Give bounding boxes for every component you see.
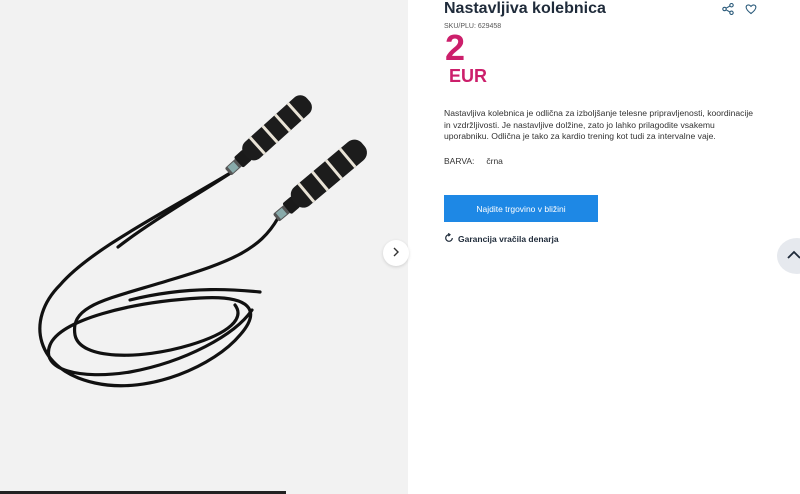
product-description: Nastavljiva kolebnica je odlična za izbo…	[444, 108, 754, 141]
product-image	[38, 95, 367, 388]
find-store-button[interactable]: Najdite trgovino v bližini	[444, 195, 598, 222]
attribute-value: črna	[486, 156, 503, 166]
favorite-button[interactable]	[744, 4, 758, 18]
price-value: 2	[445, 27, 466, 68]
product-gallery	[0, 0, 409, 494]
product-title: Nastavljiva kolebnica	[444, 0, 606, 17]
price-currency: EUR	[449, 66, 488, 86]
gallery-next-button[interactable]	[383, 240, 409, 266]
guarantee-label: Garancija vračila denarja	[458, 234, 559, 244]
attribute-color: BARVA: črna	[444, 156, 503, 166]
refresh-icon	[444, 232, 454, 245]
money-back-guarantee-link[interactable]: Garancija vračila denarja	[444, 232, 559, 245]
scroll-top-button[interactable]	[777, 238, 800, 274]
chevron-up-icon	[787, 247, 800, 265]
attribute-label: BARVA:	[444, 156, 475, 166]
share-button[interactable]	[721, 2, 735, 20]
heart-icon	[745, 2, 757, 20]
chevron-right-icon	[391, 244, 401, 262]
product-page: Nastavljiva kolebnica SKU/PLU: 629458 2 …	[0, 0, 800, 494]
share-icon	[722, 2, 734, 20]
